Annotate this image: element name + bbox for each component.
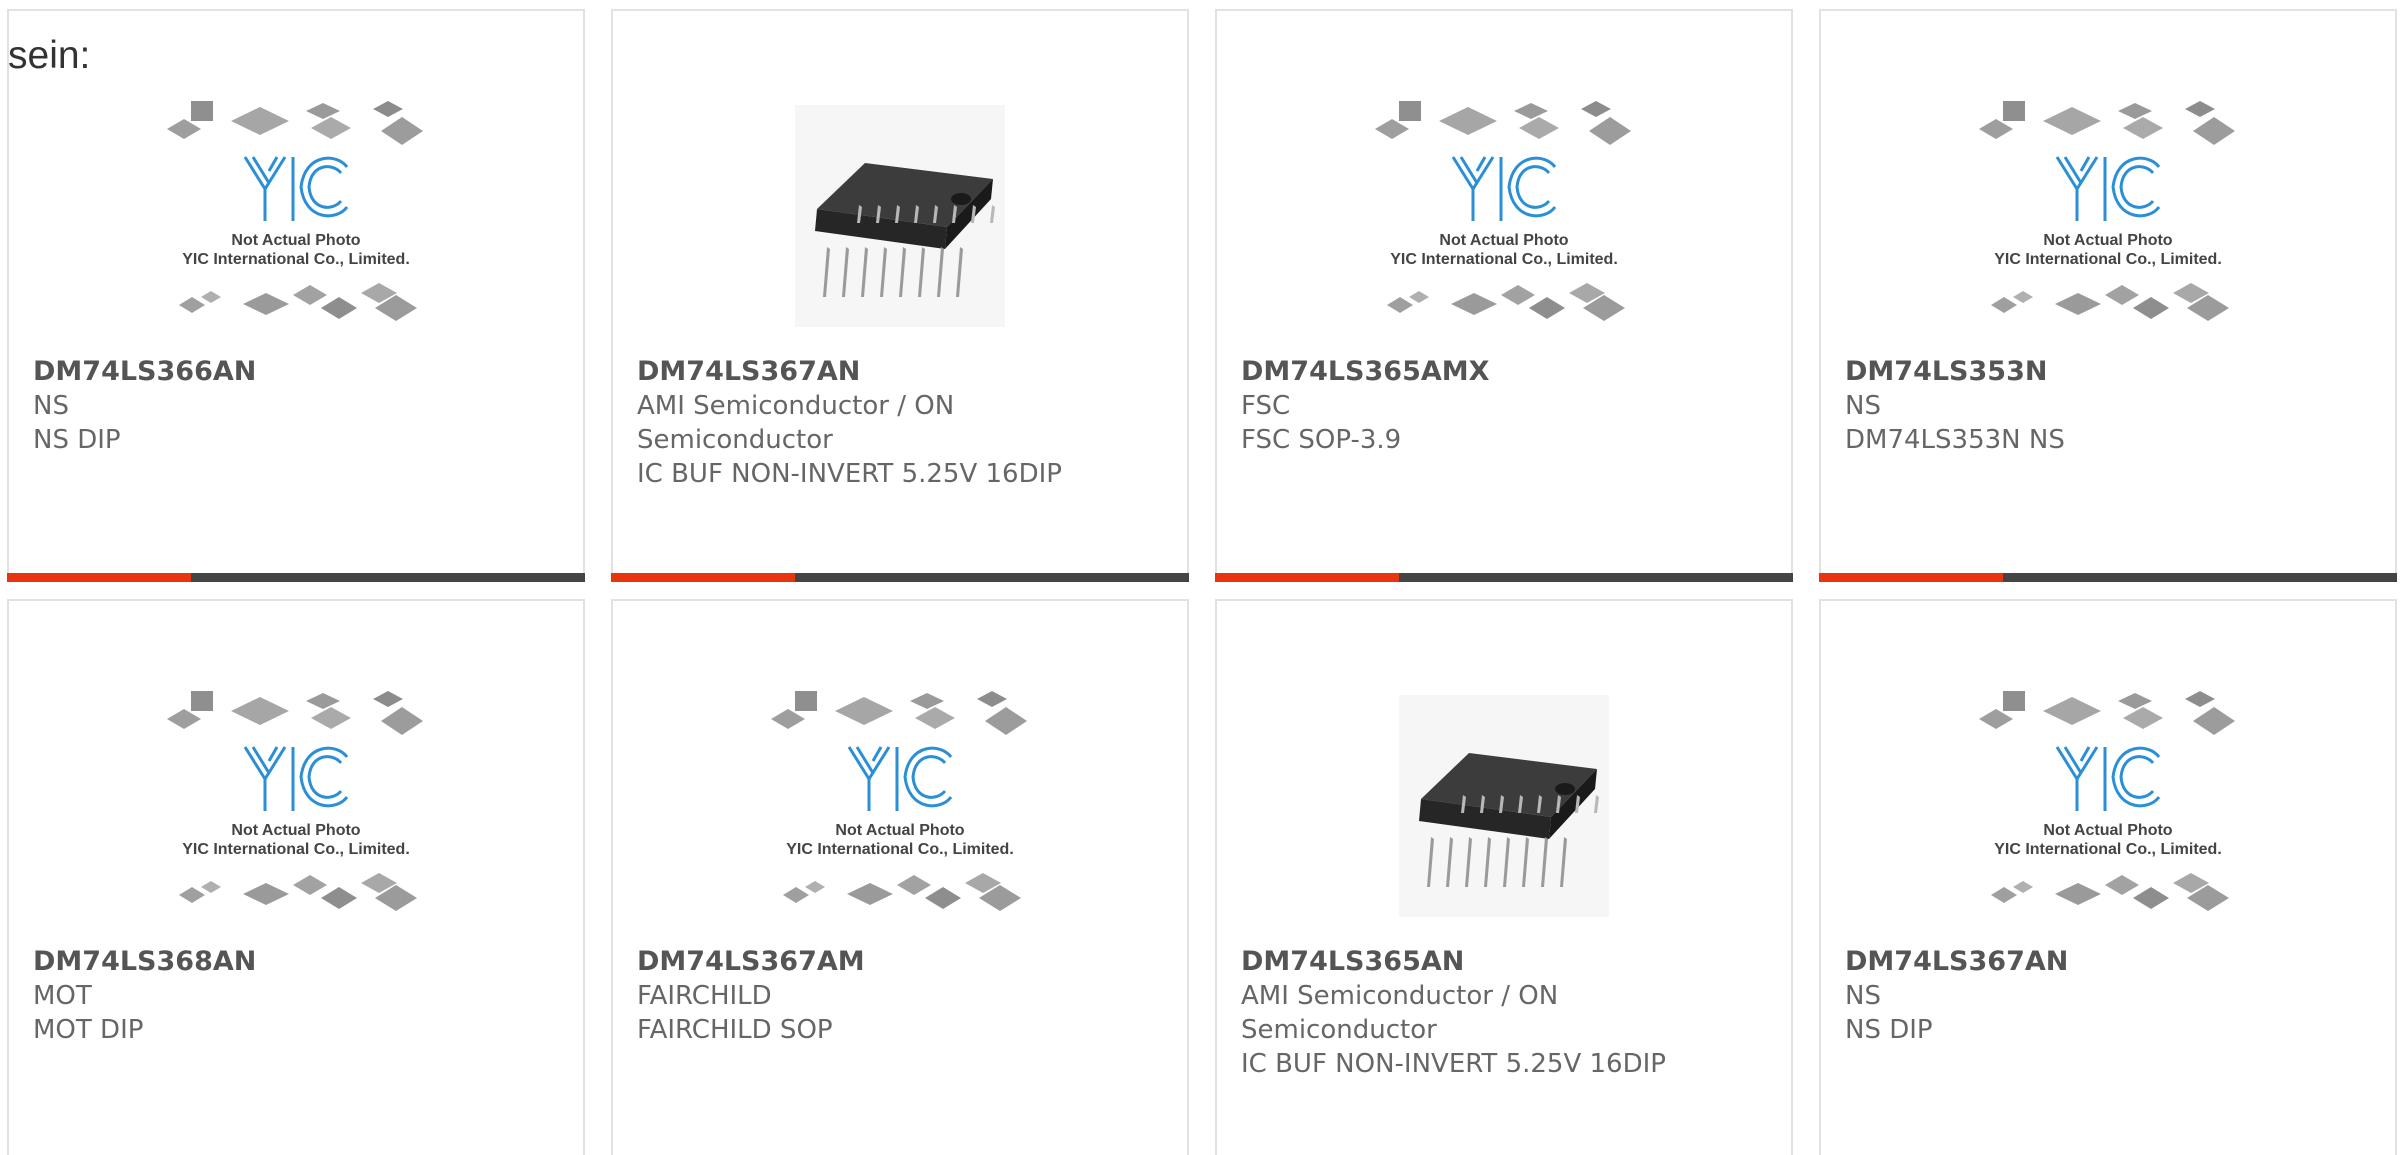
product-thumbnail[interactable]: Not Actual Photo YIC International Co., … <box>1973 687 2243 927</box>
yic-logo <box>2055 746 2161 811</box>
yic-logo <box>243 746 349 811</box>
placeholder-caption-2: YIC International Co., Limited. <box>1994 841 2222 858</box>
product-thumbnail[interactable]: Not Actual Photo YIC International Co., … <box>1973 97 2243 337</box>
part-number-link[interactable]: DM74LS367AN <box>1845 945 2365 979</box>
part-number-link[interactable]: DM74LS367AM <box>637 945 1157 979</box>
placeholder-caption-2: YIC International Co., Limited. <box>1994 251 2222 268</box>
description: IC BUF NON-INVERT 5.25V 16DIP <box>637 459 1062 489</box>
manufacturer: FSC <box>1241 391 1291 421</box>
yic-placeholder-image: Not Actual Photo YIC International Co., … <box>1979 691 2235 911</box>
product-card[interactable]: Not Actual Photo YIC International Co., … <box>7 599 585 1155</box>
placeholder-caption-2: YIC International Co., Limited. <box>1390 251 1618 268</box>
yic-logo <box>1451 156 1557 221</box>
part-number-link[interactable]: DM74LS367AN <box>637 355 1157 389</box>
placeholder-caption-1: Not Actual Photo <box>835 822 964 839</box>
product-card[interactable]: DM74LS367AN AMI Semiconductor / ON Semic… <box>611 9 1189 582</box>
manufacturer: AMI Semiconductor / ON Semiconductor <box>637 391 955 455</box>
yic-logo <box>847 746 953 811</box>
placeholder-caption-1: Not Actual Photo <box>2043 232 2172 249</box>
product-card[interactable]: Not Actual Photo YIC International Co., … <box>1819 9 2397 582</box>
component-icons-top <box>1979 101 2235 145</box>
yic-logo <box>243 156 349 221</box>
product-thumbnail[interactable]: Not Actual Photo YIC International Co., … <box>1369 97 1639 337</box>
component-icons-bottom <box>1991 873 2229 911</box>
description: FAIRCHILD SOP <box>637 1015 833 1045</box>
description: MOT DIP <box>33 1015 144 1045</box>
manufacturer: NS <box>1845 981 1881 1011</box>
placeholder-caption-2: YIC International Co., Limited. <box>786 841 1014 858</box>
product-thumbnail[interactable]: Not Actual Photo YIC International Co., … <box>161 687 431 927</box>
part-number-link[interactable]: DM74LS366AN <box>33 355 553 389</box>
component-icons-top <box>771 691 1027 735</box>
placeholder-caption-1: Not Actual Photo <box>1439 232 1568 249</box>
dip16-chip-image <box>795 105 1005 327</box>
component-icons-bottom <box>1387 283 1625 321</box>
component-icons-bottom <box>783 873 1021 911</box>
product-thumbnail[interactable]: Not Actual Photo YIC International Co., … <box>765 687 1035 927</box>
card-accent-red <box>1215 573 1399 582</box>
product-grid: Not Actual Photo YIC International Co., … <box>0 0 2400 1155</box>
product-card[interactable]: Not Actual Photo YIC International Co., … <box>1819 599 2397 1155</box>
product-thumbnail[interactable] <box>765 97 1035 337</box>
lead-text: sein: <box>8 34 91 77</box>
yic-logo <box>2055 156 2161 221</box>
component-icons-bottom <box>1991 283 2229 321</box>
yic-placeholder-image: Not Actual Photo YIC International Co., … <box>771 691 1027 911</box>
description: NS DIP <box>1845 1015 1933 1045</box>
component-icons-top <box>167 101 423 145</box>
component-icons-bottom <box>179 283 417 321</box>
placeholder-caption-2: YIC International Co., Limited. <box>182 251 410 268</box>
placeholder-caption-1: Not Actual Photo <box>231 232 360 249</box>
description: DM74LS353N NS <box>1845 425 2065 455</box>
component-icons-bottom <box>179 873 417 911</box>
yic-placeholder-image: Not Actual Photo YIC International Co., … <box>167 101 423 321</box>
manufacturer: MOT <box>33 981 92 1011</box>
card-accent-bar <box>1819 573 2397 582</box>
placeholder-caption-1: Not Actual Photo <box>2043 822 2172 839</box>
part-number-link[interactable]: DM74LS353N <box>1845 355 2365 389</box>
yic-placeholder-image: Not Actual Photo YIC International Co., … <box>1375 101 1631 321</box>
component-icons-top <box>1375 101 1631 145</box>
dip16-chip-image <box>1399 695 1609 917</box>
manufacturer: NS <box>1845 391 1881 421</box>
description: IC BUF NON-INVERT 5.25V 16DIP <box>1241 1049 1666 1079</box>
manufacturer: NS <box>33 391 69 421</box>
product-grid-page: sein: Not Actual Photo YIC International… <box>0 0 2400 1155</box>
description: NS DIP <box>33 425 121 455</box>
yic-placeholder-image: Not Actual Photo YIC International Co., … <box>167 691 423 911</box>
part-number-link[interactable]: DM74LS365AMX <box>1241 355 1761 389</box>
part-number-link[interactable]: DM74LS368AN <box>33 945 553 979</box>
card-accent-red <box>611 573 795 582</box>
card-accent-bar <box>611 573 1189 582</box>
product-card[interactable]: Not Actual Photo YIC International Co., … <box>7 9 585 582</box>
manufacturer: AMI Semiconductor / ON Semiconductor <box>1241 981 1559 1045</box>
card-accent-red <box>7 573 191 582</box>
component-icons-top <box>167 691 423 735</box>
product-card[interactable]: DM74LS365AN AMI Semiconductor / ON Semic… <box>1215 599 1793 1155</box>
product-card[interactable]: Not Actual Photo YIC International Co., … <box>1215 9 1793 582</box>
placeholder-caption-2: YIC International Co., Limited. <box>182 841 410 858</box>
card-accent-bar <box>7 573 585 582</box>
product-thumbnail[interactable]: Not Actual Photo YIC International Co., … <box>161 97 431 337</box>
description: FSC SOP-3.9 <box>1241 425 1402 455</box>
product-thumbnail[interactable] <box>1369 687 1639 927</box>
manufacturer: FAIRCHILD <box>637 981 772 1011</box>
product-card[interactable]: Not Actual Photo YIC International Co., … <box>611 599 1189 1155</box>
placeholder-caption-1: Not Actual Photo <box>231 822 360 839</box>
component-icons-top <box>1979 691 2235 735</box>
part-number-link[interactable]: DM74LS365AN <box>1241 945 1761 979</box>
card-accent-bar <box>1215 573 1793 582</box>
card-accent-red <box>1819 573 2003 582</box>
yic-placeholder-image: Not Actual Photo YIC International Co., … <box>1979 101 2235 321</box>
